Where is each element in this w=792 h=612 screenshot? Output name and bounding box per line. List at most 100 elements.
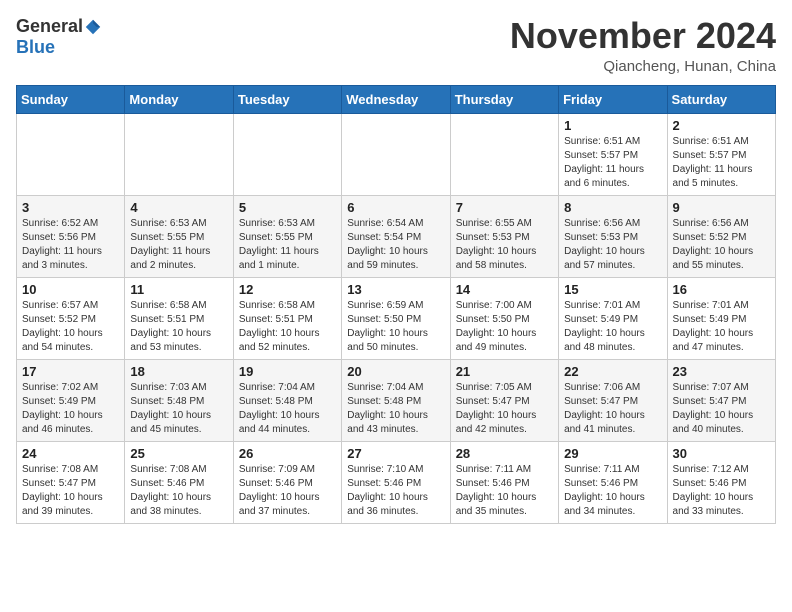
day-info: Sunrise: 6:51 AM Sunset: 5:57 PM Dayligh… (673, 135, 770, 191)
day-cell: 15Sunrise: 7:01 AM Sunset: 5:49 PM Dayli… (559, 277, 667, 359)
day-cell (125, 113, 233, 195)
day-number: 23 (673, 364, 770, 379)
day-cell: 13Sunrise: 6:59 AM Sunset: 5:50 PM Dayli… (342, 277, 450, 359)
day-cell: 23 Sunrise: 7:07 AM Sunset: 5:47 PM Dayli… (667, 359, 775, 441)
day-info: Sunrise: 7:06 AM Sunset: 5:47 PM Dayligh… (564, 381, 661, 437)
day-number: 1 (564, 118, 661, 133)
logo: General Blue (16, 16, 102, 58)
day-cell: 20Sunrise: 7:04 AM Sunset: 5:48 PM Dayli… (342, 359, 450, 441)
day-info: Sunrise: 7:03 AM Sunset: 5:48 PM Dayligh… (130, 381, 227, 437)
day-info: Sunrise: 6:57 AM Sunset: 5:52 PM Dayligh… (22, 299, 119, 355)
day-info: Sunrise: 6:53 AM Sunset: 5:55 PM Dayligh… (130, 217, 227, 273)
day-number: 17 (22, 364, 119, 379)
page: General Blue November 2024 Qiancheng, Hu… (0, 0, 792, 540)
day-number: 11 (130, 282, 227, 297)
weekday-friday: Friday (559, 85, 667, 113)
calendar-table: SundayMondayTuesdayWednesdayThursdayFrid… (16, 85, 776, 524)
day-number: 25 (130, 446, 227, 461)
day-cell: 17 Sunrise: 7:02 AM Sunset: 5:49 PM Dayli… (17, 359, 125, 441)
week-row-2: 3 Sunrise: 6:52 AM Sunset: 5:56 PM Daylig… (17, 195, 776, 277)
day-info: Sunrise: 7:11 AM Sunset: 5:46 PM Dayligh… (456, 463, 553, 519)
day-cell: 10 Sunrise: 6:57 AM Sunset: 5:52 PM Dayli… (17, 277, 125, 359)
day-cell: 26 Sunrise: 7:09 AM Sunset: 5:46 PM Dayli… (233, 441, 341, 523)
day-cell (342, 113, 450, 195)
day-info: Sunrise: 6:56 AM Sunset: 5:53 PM Dayligh… (564, 217, 661, 273)
week-row-1: 1 Sunrise: 6:51 AM Sunset: 5:57 PM Daylig… (17, 113, 776, 195)
day-info: Sunrise: 6:51 AM Sunset: 5:57 PM Dayligh… (564, 135, 661, 191)
week-row-4: 17 Sunrise: 7:02 AM Sunset: 5:49 PM Dayli… (17, 359, 776, 441)
day-number: 12 (239, 282, 336, 297)
day-info: Sunrise: 7:12 AM Sunset: 5:46 PM Dayligh… (673, 463, 770, 519)
day-info: Sunrise: 6:58 AM Sunset: 5:51 PM Dayligh… (239, 299, 336, 355)
day-info: Sunrise: 6:52 AM Sunset: 5:56 PM Dayligh… (22, 217, 119, 273)
day-number: 24 (22, 446, 119, 461)
day-cell: 18 Sunrise: 7:03 AM Sunset: 5:48 PM Dayli… (125, 359, 233, 441)
day-cell: 27 Sunrise: 7:10 AM Sunset: 5:46 PM Dayli… (342, 441, 450, 523)
day-info: Sunrise: 7:08 AM Sunset: 5:46 PM Dayligh… (130, 463, 227, 519)
location: Qiancheng, Hunan, China (510, 58, 776, 75)
week-row-5: 24 Sunrise: 7:08 AM Sunset: 5:47 PM Dayli… (17, 441, 776, 523)
day-number: 16 (673, 282, 770, 297)
day-cell (233, 113, 341, 195)
weekday-tuesday: Tuesday (233, 85, 341, 113)
weekday-wednesday: Wednesday (342, 85, 450, 113)
day-info: Sunrise: 7:07 AM Sunset: 5:47 PM Dayligh… (673, 381, 770, 437)
day-cell: 16 Sunrise: 7:01 AM Sunset: 5:49 PM Dayli… (667, 277, 775, 359)
day-cell: 7Sunrise: 6:55 AM Sunset: 5:53 PM Daylig… (450, 195, 558, 277)
calendar-body: 1 Sunrise: 6:51 AM Sunset: 5:57 PM Daylig… (17, 113, 776, 523)
day-cell: 14 Sunrise: 7:00 AM Sunset: 5:50 PM Dayli… (450, 277, 558, 359)
day-number: 26 (239, 446, 336, 461)
logo-blue: Blue (16, 37, 55, 58)
day-cell: 4 Sunrise: 6:53 AM Sunset: 5:55 PM Daylig… (125, 195, 233, 277)
day-cell: 29 Sunrise: 7:11 AM Sunset: 5:46 PM Dayli… (559, 441, 667, 523)
day-info: Sunrise: 7:11 AM Sunset: 5:46 PM Dayligh… (564, 463, 661, 519)
title-block: November 2024 Qiancheng, Hunan, China (510, 16, 776, 75)
day-number: 9 (673, 200, 770, 215)
day-number: 20 (347, 364, 444, 379)
day-info: Sunrise: 7:02 AM Sunset: 5:49 PM Dayligh… (22, 381, 119, 437)
day-number: 30 (673, 446, 770, 461)
weekday-header: SundayMondayTuesdayWednesdayThursdayFrid… (17, 85, 776, 113)
day-cell: 5 Sunrise: 6:53 AM Sunset: 5:55 PM Daylig… (233, 195, 341, 277)
day-cell: 9 Sunrise: 6:56 AM Sunset: 5:52 PM Daylig… (667, 195, 775, 277)
weekday-thursday: Thursday (450, 85, 558, 113)
day-cell: 2 Sunrise: 6:51 AM Sunset: 5:57 PM Daylig… (667, 113, 775, 195)
day-cell (17, 113, 125, 195)
day-number: 2 (673, 118, 770, 133)
day-info: Sunrise: 7:09 AM Sunset: 5:46 PM Dayligh… (239, 463, 336, 519)
logo-general: General (16, 16, 83, 37)
day-number: 3 (22, 200, 119, 215)
day-info: Sunrise: 7:00 AM Sunset: 5:50 PM Dayligh… (456, 299, 553, 355)
day-info: Sunrise: 7:05 AM Sunset: 5:47 PM Dayligh… (456, 381, 553, 437)
logo-icon (84, 18, 102, 36)
day-cell: 25 Sunrise: 7:08 AM Sunset: 5:46 PM Dayli… (125, 441, 233, 523)
day-info: Sunrise: 7:10 AM Sunset: 5:46 PM Dayligh… (347, 463, 444, 519)
weekday-sunday: Sunday (17, 85, 125, 113)
day-info: Sunrise: 6:53 AM Sunset: 5:55 PM Dayligh… (239, 217, 336, 273)
weekday-monday: Monday (125, 85, 233, 113)
day-number: 5 (239, 200, 336, 215)
day-number: 8 (564, 200, 661, 215)
day-cell: 1 Sunrise: 6:51 AM Sunset: 5:57 PM Daylig… (559, 113, 667, 195)
day-info: Sunrise: 7:04 AM Sunset: 5:48 PM Dayligh… (239, 381, 336, 437)
day-cell: 11 Sunrise: 6:58 AM Sunset: 5:51 PM Dayli… (125, 277, 233, 359)
day-number: 29 (564, 446, 661, 461)
day-number: 14 (456, 282, 553, 297)
day-number: 15 (564, 282, 661, 297)
day-number: 4 (130, 200, 227, 215)
day-number: 10 (22, 282, 119, 297)
day-number: 27 (347, 446, 444, 461)
day-info: Sunrise: 6:56 AM Sunset: 5:52 PM Dayligh… (673, 217, 770, 273)
day-info: Sunrise: 6:58 AM Sunset: 5:51 PM Dayligh… (130, 299, 227, 355)
day-info: Sunrise: 7:08 AM Sunset: 5:47 PM Dayligh… (22, 463, 119, 519)
weekday-saturday: Saturday (667, 85, 775, 113)
day-cell: 6Sunrise: 6:54 AM Sunset: 5:54 PM Daylig… (342, 195, 450, 277)
day-info: Sunrise: 7:01 AM Sunset: 5:49 PM Dayligh… (673, 299, 770, 355)
month-title: November 2024 (510, 16, 776, 56)
day-number: 28 (456, 446, 553, 461)
day-number: 22 (564, 364, 661, 379)
day-number: 18 (130, 364, 227, 379)
day-cell: 24 Sunrise: 7:08 AM Sunset: 5:47 PM Dayli… (17, 441, 125, 523)
day-number: 13 (347, 282, 444, 297)
week-row-3: 10 Sunrise: 6:57 AM Sunset: 5:52 PM Dayli… (17, 277, 776, 359)
